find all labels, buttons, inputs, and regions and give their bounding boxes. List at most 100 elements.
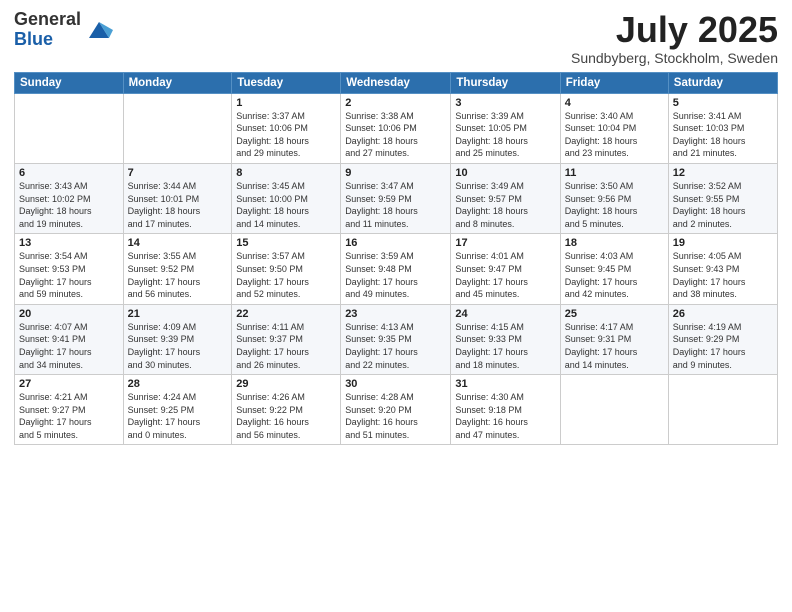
page: General Blue July 2025 Sundbyberg, Stock… (0, 0, 792, 612)
day-number: 31 (455, 378, 555, 390)
day-info: Sunrise: 4:21 AM Sunset: 9:27 PM Dayligh… (19, 391, 119, 441)
day-number: 12 (673, 167, 773, 179)
calendar-cell: 31Sunrise: 4:30 AM Sunset: 9:18 PM Dayli… (451, 375, 560, 445)
calendar-cell (123, 93, 232, 163)
day-info: Sunrise: 3:47 AM Sunset: 9:59 PM Dayligh… (345, 180, 446, 230)
day-info: Sunrise: 4:03 AM Sunset: 9:45 PM Dayligh… (565, 250, 664, 300)
logo-general: General (14, 10, 81, 30)
day-info: Sunrise: 4:26 AM Sunset: 9:22 PM Dayligh… (236, 391, 336, 441)
day-info: Sunrise: 3:43 AM Sunset: 10:02 PM Daylig… (19, 180, 119, 230)
day-number: 3 (455, 97, 555, 109)
day-info: Sunrise: 3:52 AM Sunset: 9:55 PM Dayligh… (673, 180, 773, 230)
day-info: Sunrise: 3:44 AM Sunset: 10:01 PM Daylig… (128, 180, 228, 230)
day-number: 23 (345, 308, 446, 320)
day-number: 30 (345, 378, 446, 390)
day-info: Sunrise: 3:49 AM Sunset: 9:57 PM Dayligh… (455, 180, 555, 230)
calendar-cell: 29Sunrise: 4:26 AM Sunset: 9:22 PM Dayli… (232, 375, 341, 445)
day-info: Sunrise: 4:28 AM Sunset: 9:20 PM Dayligh… (345, 391, 446, 441)
calendar-cell: 19Sunrise: 4:05 AM Sunset: 9:43 PM Dayli… (668, 234, 777, 304)
calendar-cell: 22Sunrise: 4:11 AM Sunset: 9:37 PM Dayli… (232, 304, 341, 374)
day-info: Sunrise: 3:40 AM Sunset: 10:04 PM Daylig… (565, 110, 664, 160)
col-wednesday: Wednesday (341, 72, 451, 93)
day-number: 24 (455, 308, 555, 320)
logo-icon (85, 16, 113, 44)
title-block: July 2025 Sundbyberg, Stockholm, Sweden (571, 10, 778, 66)
day-info: Sunrise: 4:13 AM Sunset: 9:35 PM Dayligh… (345, 321, 446, 371)
day-number: 19 (673, 237, 773, 249)
calendar-cell: 23Sunrise: 4:13 AM Sunset: 9:35 PM Dayli… (341, 304, 451, 374)
day-info: Sunrise: 4:05 AM Sunset: 9:43 PM Dayligh… (673, 250, 773, 300)
subtitle: Sundbyberg, Stockholm, Sweden (571, 50, 778, 66)
logo: General Blue (14, 10, 113, 50)
day-number: 25 (565, 308, 664, 320)
day-number: 26 (673, 308, 773, 320)
day-info: Sunrise: 4:09 AM Sunset: 9:39 PM Dayligh… (128, 321, 228, 371)
calendar-week-3: 13Sunrise: 3:54 AM Sunset: 9:53 PM Dayli… (15, 234, 778, 304)
calendar-cell: 6Sunrise: 3:43 AM Sunset: 10:02 PM Dayli… (15, 163, 124, 233)
calendar-week-5: 27Sunrise: 4:21 AM Sunset: 9:27 PM Dayli… (15, 375, 778, 445)
day-number: 7 (128, 167, 228, 179)
day-number: 5 (673, 97, 773, 109)
day-number: 8 (236, 167, 336, 179)
day-info: Sunrise: 3:55 AM Sunset: 9:52 PM Dayligh… (128, 250, 228, 300)
day-info: Sunrise: 3:57 AM Sunset: 9:50 PM Dayligh… (236, 250, 336, 300)
day-info: Sunrise: 3:45 AM Sunset: 10:00 PM Daylig… (236, 180, 336, 230)
calendar-cell: 18Sunrise: 4:03 AM Sunset: 9:45 PM Dayli… (560, 234, 668, 304)
calendar-cell: 21Sunrise: 4:09 AM Sunset: 9:39 PM Dayli… (123, 304, 232, 374)
calendar-cell: 28Sunrise: 4:24 AM Sunset: 9:25 PM Dayli… (123, 375, 232, 445)
day-info: Sunrise: 4:19 AM Sunset: 9:29 PM Dayligh… (673, 321, 773, 371)
col-thursday: Thursday (451, 72, 560, 93)
calendar-week-4: 20Sunrise: 4:07 AM Sunset: 9:41 PM Dayli… (15, 304, 778, 374)
calendar-cell: 20Sunrise: 4:07 AM Sunset: 9:41 PM Dayli… (15, 304, 124, 374)
col-tuesday: Tuesday (232, 72, 341, 93)
calendar-cell (668, 375, 777, 445)
calendar-cell: 7Sunrise: 3:44 AM Sunset: 10:01 PM Dayli… (123, 163, 232, 233)
calendar-cell: 10Sunrise: 3:49 AM Sunset: 9:57 PM Dayli… (451, 163, 560, 233)
logo-blue: Blue (14, 30, 81, 50)
day-info: Sunrise: 4:30 AM Sunset: 9:18 PM Dayligh… (455, 391, 555, 441)
day-number: 20 (19, 308, 119, 320)
day-info: Sunrise: 3:41 AM Sunset: 10:03 PM Daylig… (673, 110, 773, 160)
calendar-cell: 14Sunrise: 3:55 AM Sunset: 9:52 PM Dayli… (123, 234, 232, 304)
calendar-cell: 4Sunrise: 3:40 AM Sunset: 10:04 PM Dayli… (560, 93, 668, 163)
day-number: 1 (236, 97, 336, 109)
day-number: 10 (455, 167, 555, 179)
calendar-cell (560, 375, 668, 445)
header: General Blue July 2025 Sundbyberg, Stock… (14, 10, 778, 66)
col-sunday: Sunday (15, 72, 124, 93)
calendar-week-1: 1Sunrise: 3:37 AM Sunset: 10:06 PM Dayli… (15, 93, 778, 163)
day-info: Sunrise: 3:59 AM Sunset: 9:48 PM Dayligh… (345, 250, 446, 300)
day-info: Sunrise: 3:38 AM Sunset: 10:06 PM Daylig… (345, 110, 446, 160)
calendar-cell (15, 93, 124, 163)
calendar-cell: 13Sunrise: 3:54 AM Sunset: 9:53 PM Dayli… (15, 234, 124, 304)
day-number: 15 (236, 237, 336, 249)
day-info: Sunrise: 4:07 AM Sunset: 9:41 PM Dayligh… (19, 321, 119, 371)
day-info: Sunrise: 3:37 AM Sunset: 10:06 PM Daylig… (236, 110, 336, 160)
col-monday: Monday (123, 72, 232, 93)
calendar-cell: 12Sunrise: 3:52 AM Sunset: 9:55 PM Dayli… (668, 163, 777, 233)
calendar-cell: 2Sunrise: 3:38 AM Sunset: 10:06 PM Dayli… (341, 93, 451, 163)
day-number: 29 (236, 378, 336, 390)
calendar-header-row: Sunday Monday Tuesday Wednesday Thursday… (15, 72, 778, 93)
day-number: 11 (565, 167, 664, 179)
day-info: Sunrise: 4:11 AM Sunset: 9:37 PM Dayligh… (236, 321, 336, 371)
day-number: 28 (128, 378, 228, 390)
calendar-cell: 8Sunrise: 3:45 AM Sunset: 10:00 PM Dayli… (232, 163, 341, 233)
day-info: Sunrise: 3:54 AM Sunset: 9:53 PM Dayligh… (19, 250, 119, 300)
day-number: 17 (455, 237, 555, 249)
day-info: Sunrise: 4:17 AM Sunset: 9:31 PM Dayligh… (565, 321, 664, 371)
day-number: 4 (565, 97, 664, 109)
day-number: 9 (345, 167, 446, 179)
month-title: July 2025 (571, 10, 778, 50)
calendar-cell: 1Sunrise: 3:37 AM Sunset: 10:06 PM Dayli… (232, 93, 341, 163)
day-number: 14 (128, 237, 228, 249)
calendar-cell: 30Sunrise: 4:28 AM Sunset: 9:20 PM Dayli… (341, 375, 451, 445)
day-number: 21 (128, 308, 228, 320)
day-info: Sunrise: 4:24 AM Sunset: 9:25 PM Dayligh… (128, 391, 228, 441)
day-number: 6 (19, 167, 119, 179)
calendar-cell: 16Sunrise: 3:59 AM Sunset: 9:48 PM Dayli… (341, 234, 451, 304)
col-saturday: Saturday (668, 72, 777, 93)
calendar-cell: 27Sunrise: 4:21 AM Sunset: 9:27 PM Dayli… (15, 375, 124, 445)
day-number: 2 (345, 97, 446, 109)
day-info: Sunrise: 3:39 AM Sunset: 10:05 PM Daylig… (455, 110, 555, 160)
